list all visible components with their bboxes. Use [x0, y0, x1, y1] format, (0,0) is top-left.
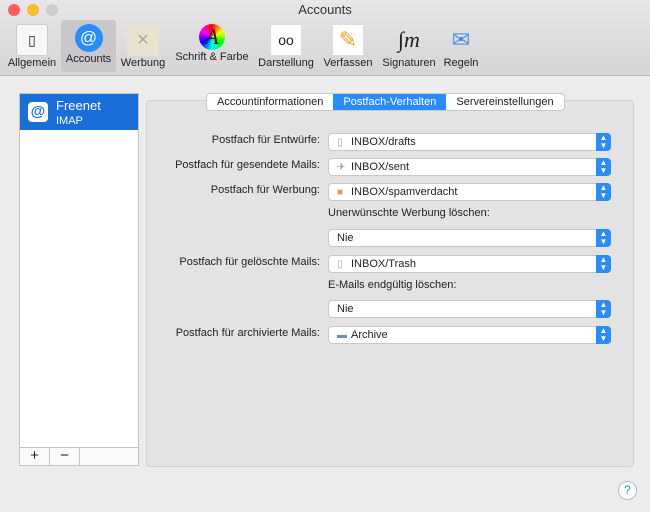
- drafts-select[interactable]: ▯ INBOX/drafts ▲ ▼: [328, 133, 611, 151]
- toolbar-signaturen[interactable]: ∫m Signaturen: [379, 20, 439, 72]
- toolbar-schrift-farbe[interactable]: A Schrift & Farbe: [172, 20, 252, 72]
- junk-delete-value: Nie: [337, 232, 354, 244]
- toolbar-label: Accounts: [65, 53, 112, 65]
- toolbar-verfassen[interactable]: ✎ Verfassen: [320, 20, 376, 72]
- rules-icon: ✉: [451, 27, 471, 52]
- toolbar-allgemein[interactable]: ▯ Allgemein: [4, 20, 60, 72]
- toolbar-label: Schrift & Farbe: [175, 51, 249, 63]
- toolbar-label: Allgemein: [7, 57, 57, 69]
- tab-servereinstellungen[interactable]: Servereinstellungen: [446, 94, 563, 110]
- tab-postfach-verhalten[interactable]: Postfach-Verhalten: [333, 94, 447, 110]
- chevron-updown-icon: ▲ ▼: [596, 300, 611, 318]
- toolbar-label: Signaturen: [382, 57, 436, 69]
- trash-delete-value: Nie: [337, 303, 354, 315]
- trash-delete-select[interactable]: Nie ▲ ▼: [328, 300, 611, 318]
- chevron-updown-icon: ▲ ▼: [596, 158, 611, 176]
- toolbar-label: Darstellung: [258, 57, 314, 69]
- chevron-updown-icon: ▲ ▼: [596, 133, 611, 151]
- title-bar: Accounts ▯ Allgemein @ Accounts ✕ Werbung A…: [0, 0, 650, 76]
- toolbar-werbung[interactable]: ✕ Werbung: [118, 20, 168, 72]
- sent-select[interactable]: ✈ INBOX/sent ▲ ▼: [328, 158, 611, 176]
- glasses-icon: oo: [270, 24, 302, 56]
- account-list-toolbar: + −: [20, 447, 138, 465]
- chevron-updown-icon: ▲ ▼: [596, 326, 611, 344]
- trash-value: INBOX/Trash: [351, 258, 416, 270]
- at-icon: @: [28, 102, 48, 122]
- account-item-freenet[interactable]: @ Freenet IMAP: [20, 94, 138, 130]
- junk-select[interactable]: ■ INBOX/spamverdacht ▲ ▼: [328, 183, 611, 201]
- drafts-label: Postfach für Entwürfe:: [211, 134, 320, 146]
- pencil-icon: ✎: [332, 24, 364, 56]
- toolbar-label: Werbung: [120, 57, 166, 69]
- help-button[interactable]: ?: [618, 481, 637, 500]
- trash-junk-icon: ✕: [127, 24, 159, 56]
- document-icon: ▯: [337, 137, 343, 148]
- sent-label: Postfach für gesendete Mails:: [175, 159, 320, 171]
- account-list[interactable]: @ Freenet IMAP + −: [19, 93, 139, 466]
- toolbar-label: Regeln: [443, 57, 479, 69]
- toolbar-accounts[interactable]: @ Accounts: [61, 20, 116, 72]
- toolbar-label: Verfassen: [323, 57, 373, 69]
- junk-delete-select[interactable]: Nie ▲ ▼: [328, 229, 611, 247]
- font-color-icon: A: [199, 24, 225, 50]
- account-name: Freenet: [56, 98, 101, 113]
- add-account-button[interactable]: +: [20, 448, 50, 465]
- trash-icon: ▯: [337, 259, 343, 270]
- trash-delete-label: E-Mails endgültig löschen:: [328, 279, 457, 291]
- chevron-updown-icon: ▲ ▼: [596, 183, 611, 201]
- sent-value: INBOX/sent: [351, 161, 410, 173]
- archive-value: Archive: [351, 329, 388, 341]
- archive-select[interactable]: ▬ Archive ▲ ▼: [328, 326, 611, 344]
- chevron-updown-icon: ▲ ▼: [596, 229, 611, 247]
- chevron-updown-icon: ▲ ▼: [596, 255, 611, 273]
- tab-bar: Accountinformationen Postfach-Verhalten …: [206, 93, 565, 111]
- junk-value: INBOX/spamverdacht: [351, 186, 458, 198]
- switch-icon: ▯: [16, 24, 48, 56]
- archive-box-icon: ▬: [337, 330, 347, 341]
- trash-select[interactable]: ▯ INBOX/Trash ▲ ▼: [328, 255, 611, 273]
- junk-label: Postfach für Werbung:: [210, 184, 320, 196]
- at-icon: @: [74, 24, 103, 52]
- remove-account-button[interactable]: −: [50, 448, 80, 465]
- tab-accountinformationen[interactable]: Accountinformationen: [207, 94, 333, 110]
- signature-icon: ∫m: [398, 27, 420, 52]
- drafts-value: INBOX/drafts: [351, 136, 416, 148]
- window-title: Accounts: [298, 2, 352, 17]
- paper-plane-icon: ✈: [337, 162, 346, 173]
- junk-delete-label: Unerwünschte Werbung löschen:: [328, 207, 490, 219]
- toolbar-darstellung[interactable]: oo Darstellung: [255, 20, 317, 72]
- toolbar-regeln[interactable]: ✉ Regeln: [441, 20, 481, 72]
- trash-label: Postfach für gelöschte Mails:: [179, 256, 320, 268]
- account-type: IMAP: [56, 115, 83, 127]
- junk-box-icon: ■: [337, 187, 344, 198]
- archive-label: Postfach für archivierte Mails:: [175, 327, 320, 339]
